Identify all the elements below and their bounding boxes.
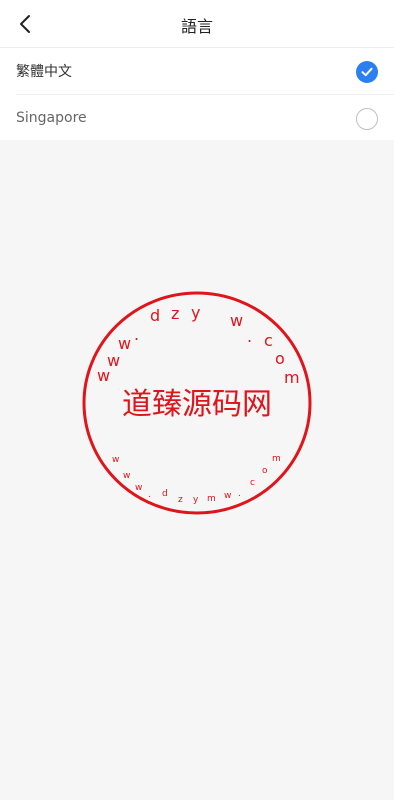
svg-text:w: w xyxy=(230,311,243,330)
svg-text:d: d xyxy=(150,306,160,325)
svg-text:.: . xyxy=(238,489,241,499)
svg-text:w: w xyxy=(107,351,120,370)
watermark-seal: 道臻源码网 w w w . d z y w . c o m w w w . d … xyxy=(82,291,312,515)
svg-text:m: m xyxy=(284,368,300,387)
svg-text:m: m xyxy=(272,454,281,464)
svg-text:.: . xyxy=(148,490,151,500)
svg-text:z: z xyxy=(178,495,183,505)
svg-text:w: w xyxy=(123,471,130,481)
language-label: 繁體中文 xyxy=(16,64,72,80)
svg-text:y: y xyxy=(193,495,199,505)
svg-text:z: z xyxy=(171,304,179,323)
checked-circle-icon[interactable] xyxy=(356,61,378,83)
svg-text:c: c xyxy=(264,331,273,350)
svg-text:道臻源码网: 道臻源码网 xyxy=(122,387,272,422)
svg-text:.: . xyxy=(247,327,252,346)
svg-text:.: . xyxy=(134,325,139,344)
language-option-singapore[interactable]: Singapore xyxy=(16,94,394,140)
page-title: 語言 xyxy=(180,17,213,36)
top-bar: 語言 xyxy=(0,0,394,48)
svg-text:d: d xyxy=(162,489,168,499)
svg-text:w: w xyxy=(112,455,119,465)
language-option-traditional-chinese[interactable]: 繁體中文 xyxy=(16,48,394,94)
svg-text:y: y xyxy=(191,303,200,322)
language-list: 繁體中文 Singapore xyxy=(0,48,394,140)
svg-text:w: w xyxy=(118,334,131,353)
svg-text:o: o xyxy=(275,349,285,368)
svg-text:m: m xyxy=(207,494,216,504)
svg-text:c: c xyxy=(250,478,255,488)
svg-text:w: w xyxy=(224,491,231,501)
unchecked-circle-icon[interactable] xyxy=(356,108,378,130)
svg-text:w: w xyxy=(135,483,142,493)
language-label: Singapore xyxy=(16,109,87,126)
svg-text:o: o xyxy=(262,466,268,476)
